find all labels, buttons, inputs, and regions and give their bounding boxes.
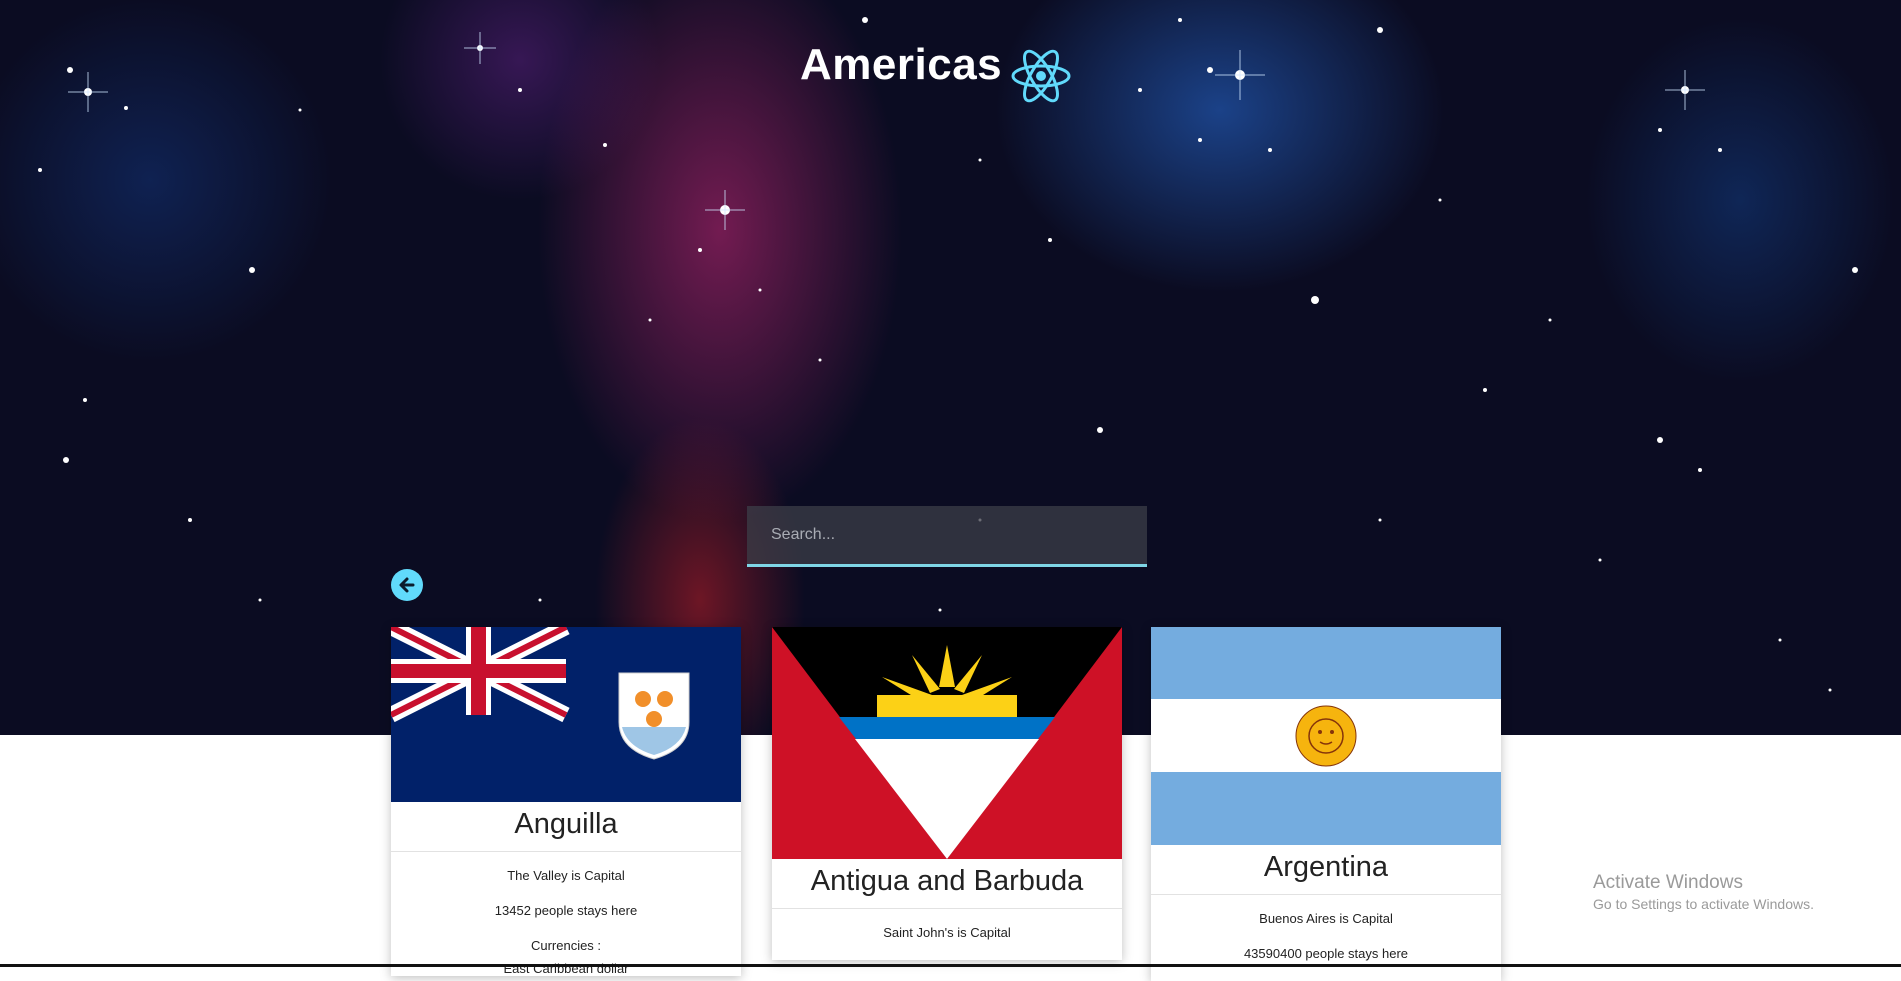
back-button[interactable] <box>391 569 423 601</box>
windows-activation-watermark: Activate Windows Go to Settings to activ… <box>1593 872 1814 912</box>
country-card-antigua-and-barbuda[interactable]: Antigua and Barbuda Saint John's is Capi… <box>772 627 1122 960</box>
capital-text: Buenos Aires is Capital <box>1259 911 1393 926</box>
watermark-subtitle: Go to Settings to activate Windows. <box>1593 896 1814 912</box>
search-input[interactable] <box>747 506 1147 567</box>
country-name: Argentina <box>1151 845 1501 895</box>
argentina-flag-image <box>1151 627 1501 845</box>
capital-text: Saint John's is Capital <box>883 925 1011 940</box>
antigua-and-barbuda-flag-image <box>772 627 1122 859</box>
currencies-label: Currencies : <box>530 938 602 953</box>
star-field <box>38 17 1858 692</box>
anguilla-flag-image <box>391 627 741 802</box>
population-text: 13452 people stays here <box>494 903 638 918</box>
country-name: Anguilla <box>391 802 741 852</box>
country-card-anguilla[interactable]: Anguilla The Valley is Capital 13452 peo… <box>391 627 741 976</box>
watermark-title: Activate Windows <box>1593 872 1743 893</box>
react-atom-icon <box>1011 49 1071 103</box>
space-background <box>0 0 1901 735</box>
population-text: 43590400 people stays here <box>1243 946 1409 961</box>
arrow-left-icon <box>399 577 415 593</box>
country-name: Antigua and Barbuda <box>772 859 1122 909</box>
country-card-argentina[interactable]: Argentina Buenos Aires is Capital 435904… <box>1151 627 1501 981</box>
page-title: Americas <box>800 40 1003 89</box>
capital-text: The Valley is Capital <box>507 868 625 883</box>
